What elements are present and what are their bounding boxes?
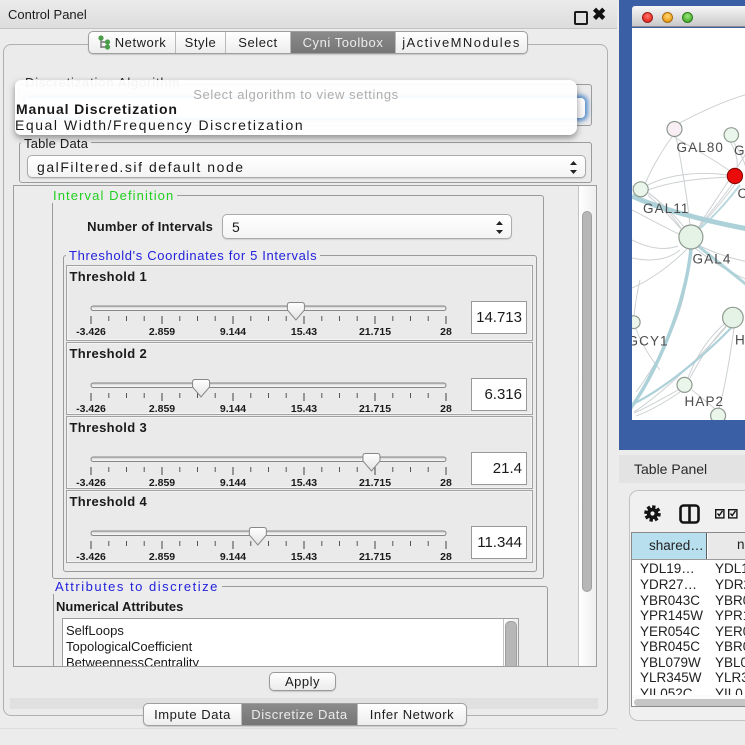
svg-text:-3.426: -3.426 bbox=[76, 403, 106, 414]
svg-text:21.715: 21.715 bbox=[359, 326, 391, 338]
svg-text:28: 28 bbox=[440, 477, 452, 488]
svg-text:28: 28 bbox=[440, 326, 452, 338]
svg-text:9.144: 9.144 bbox=[220, 551, 246, 562]
svg-text:2.859: 2.859 bbox=[149, 477, 175, 488]
svg-text:C: C bbox=[738, 186, 745, 201]
svg-text:9.144: 9.144 bbox=[220, 403, 246, 414]
svg-text:21.715: 21.715 bbox=[359, 477, 391, 488]
svg-text:15.43: 15.43 bbox=[291, 326, 317, 338]
svg-text:GCY1: GCY1 bbox=[632, 334, 669, 349]
svg-text:28: 28 bbox=[440, 551, 452, 562]
svg-text:GAL11: GAL11 bbox=[643, 201, 690, 216]
svg-text:GA: GA bbox=[734, 143, 745, 158]
svg-text:2.859: 2.859 bbox=[149, 326, 175, 338]
svg-text:GAL4: GAL4 bbox=[693, 252, 732, 267]
svg-text:21.715: 21.715 bbox=[359, 551, 391, 562]
svg-text:9.144: 9.144 bbox=[220, 477, 246, 488]
svg-text:21.715: 21.715 bbox=[359, 403, 391, 414]
svg-text:-3.426: -3.426 bbox=[76, 477, 106, 488]
svg-text:15.43: 15.43 bbox=[291, 477, 317, 488]
svg-text:9.144: 9.144 bbox=[220, 326, 246, 338]
svg-text:15.43: 15.43 bbox=[291, 403, 317, 414]
svg-text:-3.426: -3.426 bbox=[76, 326, 106, 338]
svg-text:2.859: 2.859 bbox=[149, 403, 175, 414]
svg-text:HAP2: HAP2 bbox=[685, 394, 725, 409]
svg-text:H: H bbox=[735, 333, 745, 348]
svg-text:-3.426: -3.426 bbox=[76, 551, 106, 562]
svg-text:GAL80: GAL80 bbox=[677, 140, 725, 155]
svg-text:2.859: 2.859 bbox=[149, 551, 175, 562]
svg-text:15.43: 15.43 bbox=[291, 551, 317, 562]
svg-text:28: 28 bbox=[440, 403, 452, 414]
